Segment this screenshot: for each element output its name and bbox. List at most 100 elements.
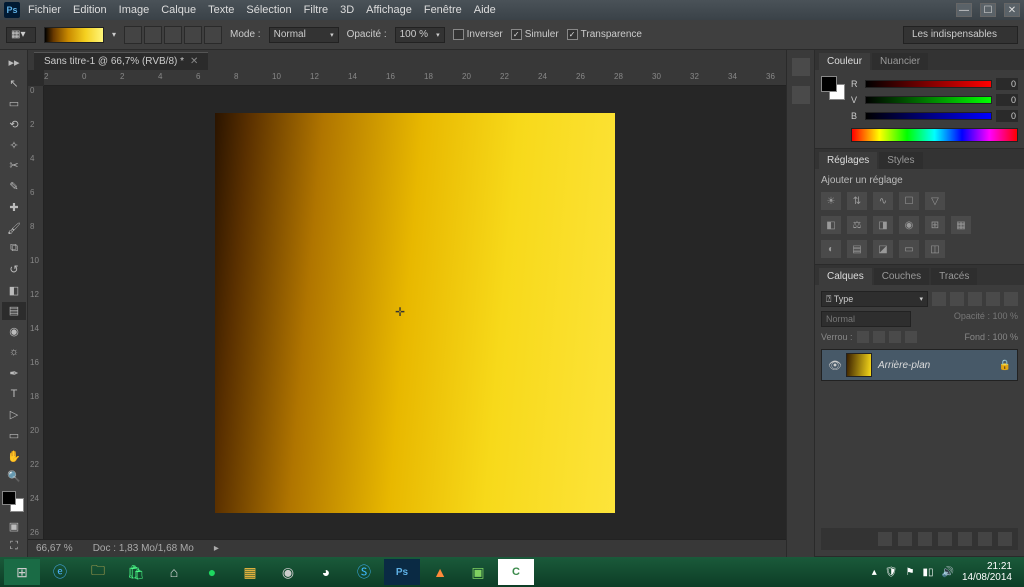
task-cam-icon[interactable]: ◉ [270, 559, 306, 585]
gradient-linear-icon[interactable] [124, 26, 142, 44]
maximize-button[interactable]: ☐ [980, 3, 996, 17]
marquee-tool[interactable]: ▭ [2, 94, 26, 113]
canvas[interactable]: ✛ [215, 113, 615, 513]
task-photoshop-icon[interactable]: Ps [384, 559, 420, 585]
canvas-viewport[interactable]: ✛ [44, 86, 786, 539]
gradient-preview-dd[interactable]: ▾ [112, 30, 116, 39]
inverse-checkbox[interactable]: Inverser [453, 29, 503, 40]
mode-dropdown[interactable]: Normal▾ [269, 27, 339, 43]
adj-invert-icon[interactable]: ◐ [821, 240, 841, 258]
layer-thumbnail[interactable] [846, 353, 872, 377]
ruler-horizontal[interactable]: 202468101214161820222426283032343638 [44, 70, 786, 86]
adj-brightness-icon[interactable]: ☀ [821, 192, 841, 210]
eraser-tool[interactable]: ◧ [2, 281, 26, 300]
task-chrome-icon[interactable]: ◕ [308, 559, 344, 585]
tab-styles[interactable]: Styles [879, 152, 922, 169]
shape-tool[interactable]: ▭ [2, 426, 26, 445]
adj-curves-icon[interactable]: ∿ [873, 192, 893, 210]
type-tool[interactable]: T [2, 385, 26, 404]
menu-calque[interactable]: Calque [161, 4, 196, 16]
adj-posterize-icon[interactable]: ▤ [847, 240, 867, 258]
foreground-color-swatch[interactable] [2, 491, 16, 505]
dock-properties-icon[interactable] [792, 86, 810, 104]
adj-exposure-icon[interactable]: ☐ [899, 192, 919, 210]
r-value[interactable]: 0 [996, 78, 1018, 90]
tray-shield-icon[interactable]: 🛡 [885, 567, 898, 578]
menu-fichier[interactable]: Fichier [28, 4, 61, 16]
adj-mixer-icon[interactable]: ⊞ [925, 216, 945, 234]
adj-levels-icon[interactable]: ⇅ [847, 192, 867, 210]
menu-3d[interactable]: 3D [340, 4, 354, 16]
dock-history-icon[interactable] [792, 58, 810, 76]
task-store-icon[interactable]: 🛍 [118, 559, 154, 585]
task-camtasia-rec-icon[interactable]: ▣ [460, 559, 496, 585]
b-value[interactable]: 0 [996, 110, 1018, 122]
healing-tool[interactable]: ✚ [2, 198, 26, 217]
menu-aide[interactable]: Aide [474, 4, 496, 16]
close-tab-icon[interactable]: ✕ [190, 56, 198, 67]
simuler-checkbox[interactable]: ✓Simuler [511, 29, 559, 40]
opacity-field[interactable]: 100 %▾ [395, 27, 445, 43]
screenmode-tool[interactable]: ⛶ [2, 537, 26, 556]
tray-volume-icon[interactable]: 🔊 [941, 567, 953, 578]
blur-tool[interactable]: ◉ [2, 322, 26, 341]
adj-photo-filter-icon[interactable]: ◉ [899, 216, 919, 234]
visibility-icon[interactable]: 👁 [828, 359, 840, 372]
filter-adj-icon[interactable] [950, 292, 964, 306]
menu-edition[interactable]: Edition [73, 4, 107, 16]
hand-tool[interactable]: ✋ [2, 447, 26, 466]
link-layers-icon[interactable] [878, 532, 892, 546]
task-ie-icon[interactable]: ⓔ [42, 559, 78, 585]
workspace-dropdown[interactable]: Les indispensables [903, 26, 1018, 44]
tray-expand-icon[interactable]: ▴ [872, 567, 877, 578]
tab-couleur[interactable]: Couleur [819, 53, 870, 70]
fill-adj-icon[interactable] [938, 532, 952, 546]
adj-threshold-icon[interactable]: ◪ [873, 240, 893, 258]
filter-smart-icon[interactable] [1004, 292, 1018, 306]
dodge-tool[interactable]: ☼ [2, 343, 26, 362]
panel-color-swatches[interactable] [821, 76, 845, 100]
tray-flag-icon[interactable]: ⚑ [906, 567, 915, 578]
r-slider[interactable] [865, 80, 992, 88]
zoom-tool[interactable]: 🔍 [2, 467, 26, 486]
stamp-tool[interactable]: ⧉ [2, 239, 26, 258]
adj-selective-icon[interactable]: ◫ [925, 240, 945, 258]
ruler-vertical[interactable]: 02468101214161820222426 [28, 86, 44, 539]
eyedropper-tool[interactable]: ✎ [2, 177, 26, 196]
menu-fenetre[interactable]: Fenêtre [424, 4, 462, 16]
pen-tool[interactable]: ✒ [2, 364, 26, 383]
crop-tool[interactable]: ✂ [2, 157, 26, 176]
lock-pos-icon[interactable] [889, 331, 901, 343]
tray-clock[interactable]: 21:21 14/08/2014 [962, 561, 1012, 583]
task-explorer-icon[interactable]: 🗀 [80, 559, 116, 585]
adj-balance-icon[interactable]: ⚖ [847, 216, 867, 234]
mask-icon[interactable] [918, 532, 932, 546]
task-skype-icon[interactable]: Ⓢ [346, 559, 382, 585]
quickmask-tool[interactable]: ▣ [2, 517, 26, 536]
gradient-preview[interactable] [44, 27, 104, 43]
adj-vibrance-icon[interactable]: ▽ [925, 192, 945, 210]
gradient-tool[interactable]: ▤ [2, 302, 26, 321]
menu-filtre[interactable]: Filtre [304, 4, 328, 16]
gradient-angle-icon[interactable] [164, 26, 182, 44]
lock-trans-icon[interactable] [857, 331, 869, 343]
status-arrow-icon[interactable]: ▸ [214, 543, 219, 554]
move-tool[interactable]: ↖ [2, 74, 26, 93]
tab-traces[interactable]: Tracés [931, 268, 977, 285]
layer-name[interactable]: Arrière-plan [878, 360, 993, 371]
filter-pixel-icon[interactable] [932, 292, 946, 306]
zoom-level[interactable]: 66,67 % [36, 543, 73, 554]
brush-tool[interactable]: 🖌 [2, 219, 26, 238]
blend-mode-dd[interactable]: Normal [821, 311, 911, 327]
fill-value[interactable]: 100 % [992, 332, 1018, 342]
filter-type-icon[interactable] [968, 292, 982, 306]
close-button[interactable]: ✕ [1004, 3, 1020, 17]
tab-calques[interactable]: Calques [819, 268, 872, 285]
gradient-radial-icon[interactable] [144, 26, 162, 44]
wand-tool[interactable]: ✧ [2, 136, 26, 155]
expand-icon[interactable]: ▸▸ [2, 53, 26, 72]
b-slider[interactable] [865, 112, 992, 120]
panel-fg-swatch[interactable] [821, 76, 837, 92]
lock-all-icon[interactable] [905, 331, 917, 343]
minimize-button[interactable]: — [956, 3, 972, 17]
